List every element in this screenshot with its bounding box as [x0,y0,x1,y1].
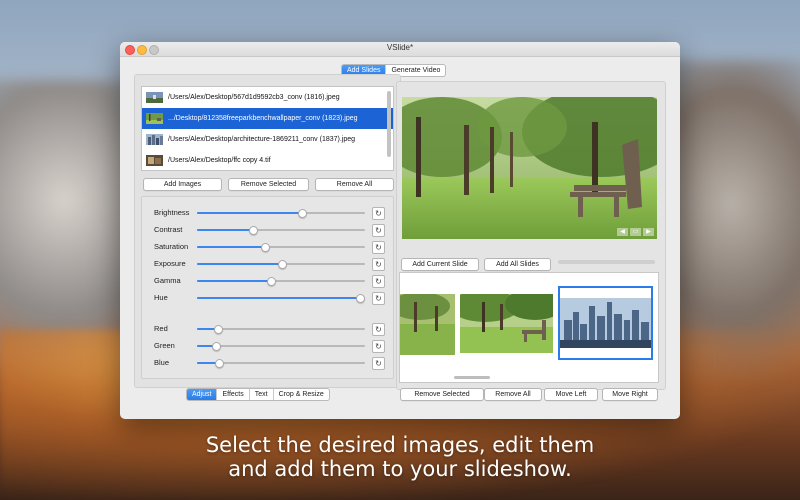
slide-thumbnail[interactable] [400,294,455,355]
tab-adjust[interactable]: Adjust [187,389,218,400]
slider-row-red: Red ↻ [142,323,393,336]
saturation-slider[interactable] [197,243,365,252]
slider-knob[interactable] [297,209,307,218]
move-right-button[interactable]: Move Right [602,388,658,401]
tab-text[interactable]: Text [250,389,274,400]
slider-knob[interactable] [267,277,277,286]
slide-selected[interactable] [558,286,653,360]
slider-row-hue: Hue ↻ [142,292,393,305]
edit-tab-bar: Adjust Effects Text Crop & Resize [186,388,330,401]
slider-row-blue: Blue ↻ [142,357,393,370]
slider-row-gamma: Gamma ↻ [142,275,393,288]
reset-icon[interactable]: ↻ [372,340,385,353]
slide-thumbnail[interactable] [460,294,553,353]
reset-icon[interactable]: ↻ [372,292,385,305]
file-path: /Users/Alex/Desktop/ffc copy 4.tif [168,157,271,164]
file-list-scrollbar[interactable] [387,91,391,157]
reset-icon[interactable]: ↻ [372,241,385,254]
slider-label: Brightness [154,208,190,217]
add-current-slide-button[interactable]: Add Current Slide [401,258,479,271]
slider-fill [197,280,271,282]
reset-icon[interactable]: ↻ [372,275,385,288]
gamma-slider[interactable] [197,277,365,286]
reset-icon[interactable]: ↻ [372,207,385,220]
caption: Select the desired images, edit them and… [0,433,800,481]
slider-knob[interactable] [277,260,287,269]
slider-knob[interactable] [248,226,258,235]
brightness-slider[interactable] [197,209,365,218]
slider-knob[interactable] [215,359,225,368]
slider-label: Exposure [154,259,186,268]
file-row[interactable]: /Users/Alex/Desktop/567d1d9592cb3_conv (… [142,87,393,108]
prev-arrow-icon[interactable]: ◀ [617,228,628,236]
hue-slider[interactable] [197,294,366,303]
reset-icon[interactable]: ↻ [372,323,385,336]
slider-row-brightness: Brightness ↻ [142,207,393,220]
file-path: /Users/Alex/Desktop/567d1d9592cb3_conv (… [168,94,340,101]
remove-selected-files-button[interactable]: Remove Selected [228,178,309,191]
remove-all-slides-button[interactable]: Remove All [484,388,542,401]
remove-all-files-button[interactable]: Remove All [315,178,394,191]
fullscreen-icon[interactable]: ▭ [630,228,641,236]
slider-label: Contrast [154,225,183,234]
blue-slider[interactable] [197,359,365,368]
slider-label: Green [154,341,175,350]
contrast-slider[interactable] [197,226,365,235]
reset-icon[interactable]: ↻ [372,258,385,271]
slider-knob[interactable] [211,342,221,351]
add-all-slides-button[interactable]: Add All Slides [484,258,551,271]
slider-row-contrast: Contrast ↻ [142,224,393,237]
add-images-button[interactable]: Add Images [143,178,222,191]
title-bar[interactable]: VSlide* [120,42,680,57]
slider-label: Saturation [154,242,189,251]
reset-icon[interactable]: ↻ [372,224,385,237]
caption-line-2: and add them to your slideshow. [228,457,572,481]
file-thumbnail [146,92,163,103]
file-thumbnail [146,134,163,145]
slider-knob[interactable] [260,243,270,252]
file-thumbnail [146,113,163,124]
strip-scrollbar[interactable] [454,376,490,379]
image-preview: ◀ ▭ ▶ [402,97,657,239]
tab-crop-resize[interactable]: Crop & Resize [274,389,329,400]
slide-thumbnail [560,298,651,348]
slider-fill [197,246,265,248]
remove-selected-slide-button[interactable]: Remove Selected [400,388,484,401]
file-path: /Users/Alex/Desktop/architecture-1869211… [168,136,356,143]
green-slider[interactable] [197,342,365,351]
exposure-slider[interactable] [197,260,365,269]
tab-effects[interactable]: Effects [217,389,250,400]
slider-label: Hue [154,293,168,302]
slider-label: Blue [154,358,170,367]
slider-row-exposure: Exposure ↻ [142,258,393,271]
slider-knob[interactable] [356,294,366,303]
slider-fill [197,229,253,231]
file-row[interactable]: /Users/Alex/Desktop/architecture-1869211… [142,129,393,150]
progress-bar [558,260,655,264]
slider-row-saturation: Saturation ↻ [142,241,393,254]
red-slider[interactable] [197,325,365,334]
reset-icon[interactable]: ↻ [372,357,385,370]
slider-fill [197,263,281,265]
window-title: VSlide* [386,43,414,52]
file-thumbnail [146,155,163,166]
file-row[interactable]: .../Desktop/812358freeparkbenchwallpaper… [142,108,393,129]
preview-image [402,97,657,239]
app-window: VSlide* Add Slides Generate Video /Users… [120,42,680,419]
preview-nav: ◀ ▭ ▶ [617,228,654,236]
slide-strip[interactable] [399,272,659,383]
file-path: .../Desktop/812358freeparkbenchwallpaper… [168,115,358,122]
next-arrow-icon[interactable]: ▶ [643,228,654,236]
adjustments-panel: Brightness ↻ Contrast ↻ Saturation ↻ Exposure ↻… [141,196,394,379]
slider-label: Red [154,324,168,333]
file-list[interactable]: /Users/Alex/Desktop/567d1d9592cb3_conv (… [141,86,394,171]
move-left-button[interactable]: Move Left [544,388,598,401]
slider-knob[interactable] [213,325,223,334]
slider-label: Gamma [154,276,181,285]
slider-fill [197,212,302,214]
slider-fill [197,297,360,299]
file-row[interactable]: /Users/Alex/Desktop/ffc copy 4.tif [142,150,393,171]
caption-line-1: Select the desired images, edit them [205,433,595,457]
slider-row-green: Green ↻ [142,340,393,353]
